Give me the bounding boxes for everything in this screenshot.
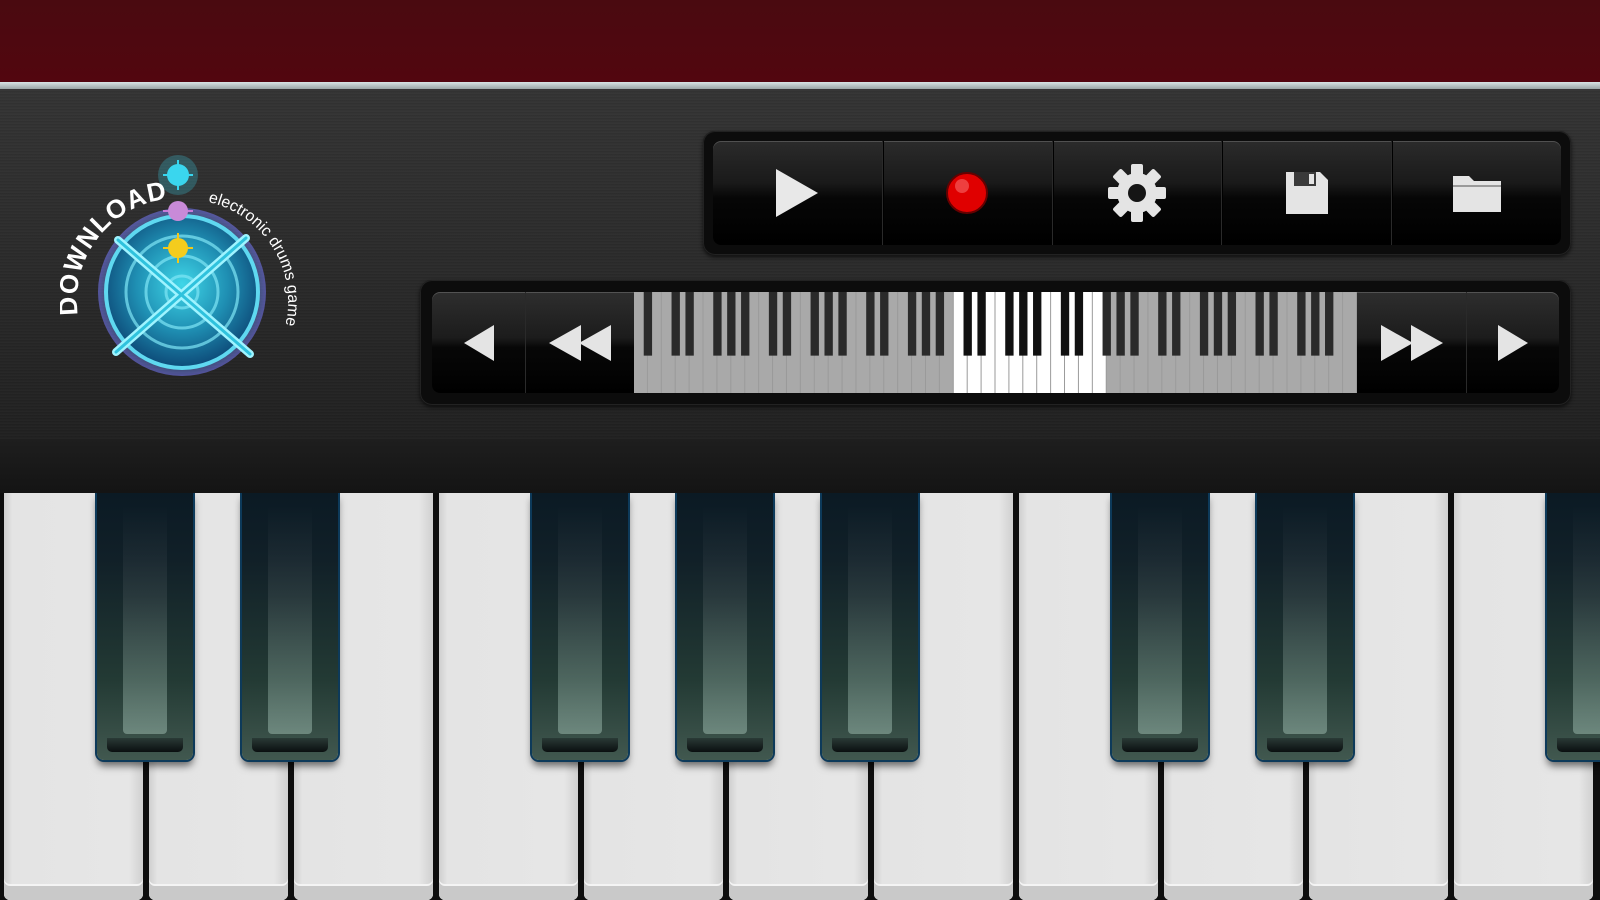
mini-black-key (824, 292, 833, 356)
arrow-left-icon (463, 324, 494, 361)
fast-left-button[interactable] (526, 292, 634, 393)
mini-black-key (1158, 292, 1167, 356)
settings-button[interactable] (1053, 141, 1223, 245)
step-right-button[interactable] (1467, 292, 1559, 393)
black-key[interactable] (97, 493, 193, 760)
mini-black-key (685, 292, 694, 356)
double-arrow-left-icon (549, 324, 611, 361)
black-key[interactable] (822, 493, 918, 760)
black-key[interactable] (532, 493, 628, 760)
mini-black-key (1255, 292, 1264, 356)
record-icon (946, 172, 989, 214)
fast-right-button[interactable] (1357, 292, 1467, 393)
play-icon (776, 169, 819, 217)
mini-black-key (838, 292, 847, 356)
mini-black-key (1199, 292, 1209, 356)
mini-black-key (768, 292, 778, 356)
black-key[interactable] (1257, 493, 1353, 760)
visible-range-window[interactable] (952, 292, 1104, 393)
save-button[interactable] (1222, 141, 1393, 245)
mini-black-key (880, 292, 889, 356)
folder-icon (1452, 176, 1501, 212)
mini-black-key (671, 292, 680, 356)
black-key[interactable] (242, 493, 338, 760)
keyboard-overview[interactable] (634, 292, 1357, 393)
mini-black-key (907, 292, 917, 356)
gear-icon (1107, 164, 1166, 222)
mini-black-key (1269, 292, 1278, 356)
mini-black-key (727, 292, 736, 356)
mini-black-key (1130, 292, 1139, 356)
mini-black-key (1227, 292, 1237, 356)
mini-black-key (1297, 292, 1306, 356)
mini-black-key (643, 292, 653, 356)
double-arrow-right-icon (1380, 324, 1443, 361)
mini-black-key (713, 292, 722, 356)
keyboard-navigator (420, 280, 1571, 405)
mini-black-key (935, 292, 945, 356)
piano-keyboard (0, 493, 1600, 900)
floppy-disk-icon (1285, 172, 1328, 214)
mini-black-key (921, 292, 931, 356)
mini-black-key (1172, 292, 1181, 356)
mini-black-key (1213, 292, 1223, 356)
step-left-button[interactable] (432, 292, 526, 393)
mini-black-key (866, 292, 875, 356)
mini-black-key (1311, 292, 1320, 356)
black-key[interactable] (677, 493, 773, 760)
play-button[interactable] (713, 141, 883, 245)
mini-white-key (1343, 292, 1356, 393)
crossed-drumsticks-target-icon: DOWNLOAD electronic drums game (60, 155, 300, 376)
top-banner (0, 0, 1600, 82)
black-key[interactable] (1547, 493, 1600, 760)
top-divider (0, 82, 1600, 89)
transport-bar (703, 131, 1571, 255)
mini-black-key (810, 292, 819, 356)
mini-black-key (782, 292, 792, 356)
arrow-right-icon (1498, 324, 1528, 361)
mini-black-key (1116, 292, 1125, 356)
drums-promo-badge[interactable]: DOWNLOAD electronic drums game (60, 140, 300, 390)
open-button[interactable] (1392, 141, 1561, 245)
black-key[interactable] (1112, 493, 1208, 760)
panel-shelf (0, 439, 1600, 493)
record-button[interactable] (883, 141, 1053, 245)
mini-black-key (1325, 292, 1334, 356)
mini-black-key (741, 292, 750, 356)
